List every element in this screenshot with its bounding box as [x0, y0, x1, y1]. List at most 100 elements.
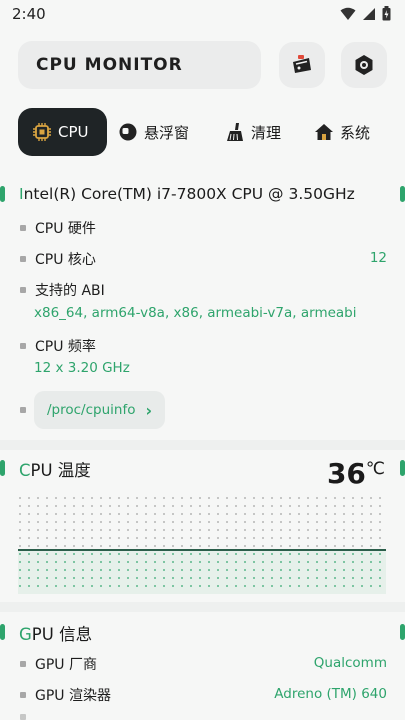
graph-dot	[298, 529, 300, 531]
graph-dot	[334, 513, 336, 515]
settings-hexagon-icon	[355, 55, 373, 75]
graph-dot	[73, 529, 75, 531]
broom-icon	[227, 123, 243, 141]
graph-dot	[172, 513, 174, 515]
section-marker-right	[400, 186, 405, 202]
graph-dot	[19, 505, 21, 507]
graph-dot	[235, 497, 237, 499]
graph-dot	[163, 505, 165, 507]
graph-dot	[154, 537, 156, 539]
cpu-hardware-label: CPU 硬件	[35, 221, 96, 237]
graph-dot	[82, 545, 84, 547]
tab-floating-window[interactable]: 悬浮窗	[118, 108, 189, 156]
graph-dot	[253, 529, 255, 531]
graph-dot	[271, 537, 273, 539]
graph-dot	[82, 505, 84, 507]
graph-dot	[343, 537, 345, 539]
graph-dot	[208, 521, 210, 523]
graph-dot	[190, 537, 192, 539]
graph-dot	[235, 537, 237, 539]
cpuinfo-link-label: /proc/cpuinfo	[47, 402, 136, 418]
cpu-cores-label: CPU 核心	[35, 252, 96, 268]
graph-dot	[217, 513, 219, 515]
graph-dot	[91, 505, 93, 507]
graph-dot	[46, 505, 48, 507]
tab-floating-window-label: 悬浮窗	[144, 123, 190, 142]
cpu-cores-row: CPU 核心	[20, 249, 96, 269]
graph-dot	[109, 545, 111, 547]
graph-dot	[19, 537, 21, 539]
abi-row: 支持的 ABI	[20, 280, 105, 300]
graph-dot	[370, 521, 372, 523]
graph-dot	[208, 537, 210, 539]
graph-dot	[181, 505, 183, 507]
graph-dot	[37, 505, 39, 507]
graph-dot	[154, 529, 156, 531]
graph-dot	[307, 537, 309, 539]
cpuinfo-link-button[interactable]: /proc/cpuinfo ›	[34, 391, 166, 429]
graph-dot	[73, 537, 75, 539]
graph-dot	[64, 505, 66, 507]
graph-dot	[298, 497, 300, 499]
graph-dot	[118, 545, 120, 547]
graph-dot	[370, 497, 372, 499]
graph-dot	[316, 537, 318, 539]
graph-dot	[163, 537, 165, 539]
graph-dot	[253, 545, 255, 547]
tab-clean[interactable]: 清理	[225, 108, 281, 156]
cpu-cores-value: 12	[369, 250, 387, 266]
graph-dot	[235, 513, 237, 515]
graph-dot	[307, 545, 309, 547]
graph-dot	[226, 521, 228, 523]
graph-dot	[235, 505, 237, 507]
graph-dot	[352, 545, 354, 547]
graph-dot	[172, 529, 174, 531]
graph-dot	[136, 505, 138, 507]
chevron-right-icon: ›	[145, 400, 153, 420]
graph-dot	[28, 529, 30, 531]
graph-dot	[352, 537, 354, 539]
graph-dot	[289, 529, 291, 531]
graph-dot	[244, 545, 246, 547]
graph-dot	[100, 529, 102, 531]
graph-dot	[235, 545, 237, 547]
graph-dot	[379, 537, 381, 539]
graph-dot	[118, 497, 120, 499]
graph-dot	[82, 513, 84, 515]
cpu-frequency-value: 12 x 3.20 GHz	[34, 360, 130, 376]
graph-dot	[127, 521, 129, 523]
tab-bar: CPU 悬浮窗 清理 系统	[18, 108, 405, 156]
graph-dot	[352, 513, 354, 515]
graph-dot	[145, 521, 147, 523]
graph-dot	[127, 545, 129, 547]
graph-dot	[46, 513, 48, 515]
graph-dot	[298, 513, 300, 515]
graph-dot	[64, 521, 66, 523]
gpu-renderer-value: Adreno (TM) 640	[274, 686, 387, 702]
graph-dot	[199, 497, 201, 499]
graph-dot	[100, 537, 102, 539]
feedback-button[interactable]	[279, 42, 325, 88]
graph-dot	[136, 497, 138, 499]
settings-button[interactable]	[341, 42, 387, 88]
tab-system[interactable]: 系统	[314, 108, 370, 156]
graph-dot	[244, 497, 246, 499]
cpu-temperature-readout: 36℃	[327, 457, 385, 490]
graph-dot	[271, 505, 273, 507]
gpu-vendor-value: Qualcomm	[313, 655, 387, 671]
graph-dot	[145, 545, 147, 547]
graph-dot	[253, 513, 255, 515]
graph-dot	[307, 521, 309, 523]
graph-dot	[217, 537, 219, 539]
temperature-unit: ℃	[365, 459, 385, 479]
graph-dot	[325, 505, 327, 507]
graph-dot	[145, 505, 147, 507]
graph-dot	[208, 513, 210, 515]
graph-dot	[343, 513, 345, 515]
section-marker-right	[400, 624, 405, 640]
graph-dot	[307, 505, 309, 507]
graph-dot	[289, 505, 291, 507]
tab-cpu[interactable]: CPU	[18, 108, 107, 156]
graph-dot	[136, 529, 138, 531]
graph-dot	[352, 529, 354, 531]
